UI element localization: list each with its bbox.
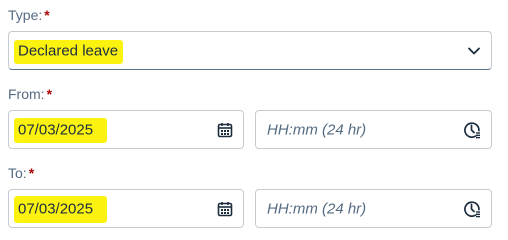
clock-icon[interactable] [463,121,481,139]
calendar-icon[interactable] [217,122,233,138]
to-label: To: * [8,165,34,181]
type-label-text: Type: [8,7,43,23]
to-date-value: 07/03/2025 [18,200,94,217]
required-marker: * [44,7,50,23]
calendar-icon[interactable] [217,201,233,217]
from-time-placeholder: HH:mm (24 hr) [267,121,367,138]
to-time-input[interactable]: HH:mm (24 hr) [255,189,492,228]
chevron-down-icon[interactable] [467,44,481,58]
type-dropdown[interactable]: Declared leave [8,31,492,70]
to-label-text: To: [8,165,27,181]
clock-icon[interactable] [463,200,481,218]
type-label: Type: * [8,7,50,23]
required-marker: * [28,165,35,181]
from-label-text: From: [8,86,45,102]
to-date-input[interactable]: 07/03/2025 [8,189,244,228]
from-date-input[interactable]: 07/03/2025 [8,110,244,149]
from-time-input[interactable]: HH:mm (24 hr) [255,110,492,149]
type-selected-value: Declared leave [18,42,119,59]
from-date-value: 07/03/2025 [18,121,94,138]
from-label: From: * [8,86,52,102]
to-time-placeholder: HH:mm (24 hr) [267,200,367,217]
required-marker: * [46,86,53,102]
